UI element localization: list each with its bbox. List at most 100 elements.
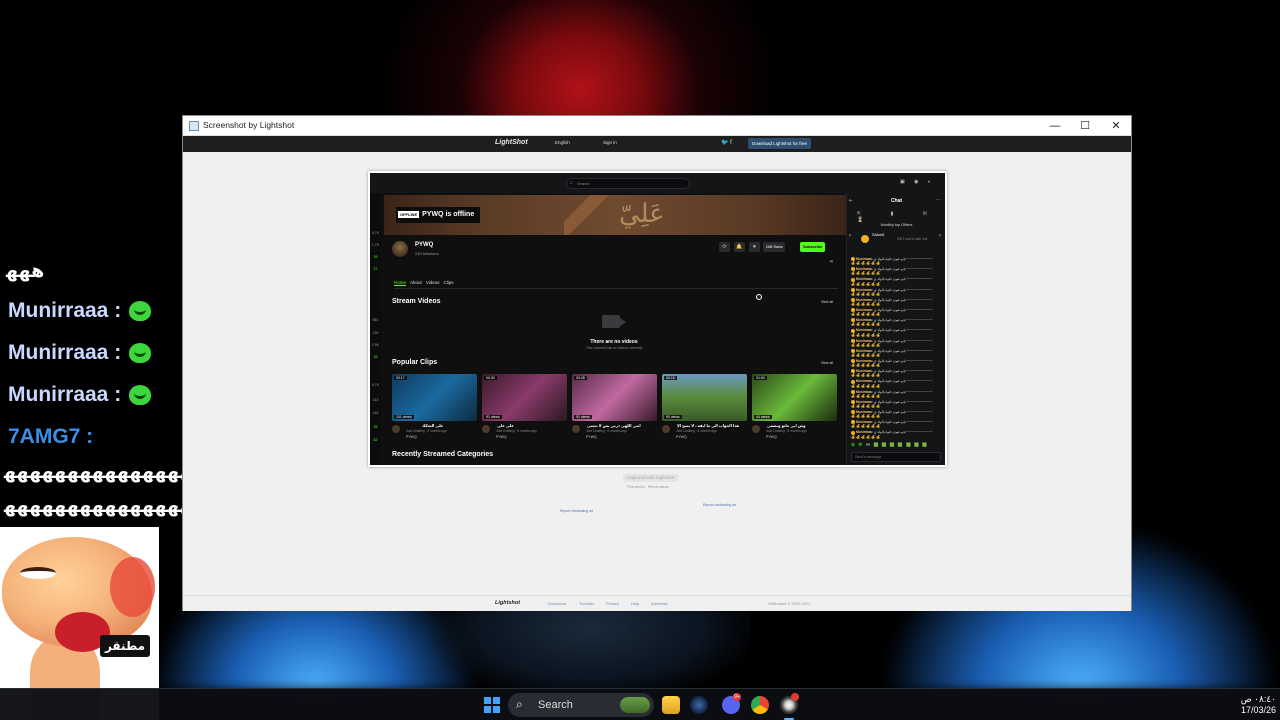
report-abuse-link[interactable]: Report abuse: [648, 485, 669, 489]
footer-link-download[interactable]: Download: [548, 601, 566, 606]
chat-text: يابو عيون حلوة يالولد ي~~~~~~~~~~~~~~: [873, 420, 933, 425]
clip-thumbnail[interactable]: 01:00 44 views: [752, 374, 837, 421]
chevron-left-icon[interactable]: ‹: [849, 233, 851, 239]
windows-start-icon[interactable]: [484, 697, 500, 713]
language-selector[interactable]: English: [555, 140, 570, 145]
chat-emotes: 💰 💰 💰 💰 💰 💰: [851, 261, 881, 266]
search-highlight-image[interactable]: [620, 697, 650, 713]
channel-avatar[interactable]: [392, 241, 408, 257]
social-icons[interactable]: 🐦 f: [721, 139, 732, 146]
channel-followers: 249 followers: [415, 251, 439, 256]
more-options-icon[interactable]: ⋯: [936, 197, 941, 203]
clock-time: ٠٨:٤٠ ص: [1240, 694, 1276, 704]
clip-channel-avatar[interactable]: [482, 425, 490, 433]
chrome-icon[interactable]: [751, 696, 769, 714]
report-ad-link[interactable]: Report misleading ad: [560, 509, 593, 513]
kick-search-input: Search: [566, 178, 690, 189]
footer-link-tutorials[interactable]: Tutorials: [579, 601, 594, 606]
tab-clips[interactable]: Clips: [443, 280, 453, 285]
clip-title[interactable]: على على: [497, 423, 514, 428]
gifter-name[interactable]: SAkm5: [872, 233, 884, 237]
close-button[interactable]: ✕: [1101, 116, 1131, 136]
category-card[interactable]: [490, 465, 538, 467]
clip-title[interactable]: وش ابي ماتو ويضغى: [767, 423, 805, 428]
clip-title[interactable]: هذا الجواب الي ما ابقه ، لا يسح الا: [677, 423, 739, 428]
clip-duration: 00:30: [484, 376, 497, 380]
lightshot-page: Search ▣ ◉ ◐ 5.7K 1.7K 39 37 651 190 2.5…: [183, 152, 1131, 611]
clip-channel-avatar[interactable]: [392, 425, 400, 433]
footer-link-help[interactable]: Help: [631, 601, 639, 606]
clip-title[interactable]: على الشكك: [422, 423, 443, 428]
laugh-emote-icon: [129, 343, 152, 364]
tab-about[interactable]: About: [410, 280, 422, 285]
clip-thumbnail[interactable]: 00:15 90 views: [662, 374, 747, 421]
footer-link-advertise[interactable]: Advertise: [651, 601, 668, 606]
clip-thumbnail[interactable]: 00:17 101 views: [392, 374, 477, 421]
offline-status: OFFLINE PYWQ is offline: [396, 207, 481, 223]
report-ad-link[interactable]: Report misleading ad: [703, 503, 736, 507]
chat-text: يابو عيون حلوة يالولد ي~~~~~~~~~~~~~~: [873, 348, 933, 353]
sign-in-link[interactable]: Sign in: [603, 140, 617, 145]
screenshot-image[interactable]: Search ▣ ◉ ◐ 5.7K 1.7K 39 37 651 190 2.5…: [368, 171, 947, 467]
chat-message-input[interactable]: Send a message: [851, 452, 941, 462]
system-clock[interactable]: ٠٨:٤٠ ص 17/03/26: [1232, 694, 1276, 716]
bell-icon[interactable]: 🔔: [734, 242, 745, 252]
channel-tabs: Home About Videos Clips: [394, 280, 457, 286]
footer-copyright: Skillbrains © 2009-2022: [768, 601, 811, 606]
chat-text: يابو عيون حلوة يالولد ي~~~~~~~~~~~~~~: [873, 287, 933, 292]
mouse-cursor-icon: [756, 294, 762, 300]
view-all-link[interactable]: View all: [821, 300, 833, 304]
view-all-link[interactable]: View all: [821, 361, 833, 365]
footer-link-privacy[interactable]: Privacy: [606, 601, 619, 606]
chat-text: يابو عيون حلوة يالولد ي~~~~~~~~~~~~~~: [873, 257, 933, 261]
overlay-line: ﻫﻬﻬ: [6, 261, 45, 282]
chat-emotes: 💰 💰 💰 💰 💰 💰: [851, 302, 881, 307]
window-title: Screenshot by Lightshot: [203, 120, 295, 130]
emote-bar[interactable]: 😀 😎 🎮 🟩 🟩 🟩 🟩 🟩 🟩 🟩: [851, 442, 943, 449]
clip-channel[interactable]: PYWQ: [496, 435, 507, 439]
popular-clips-heading: Popular Clips: [392, 359, 438, 366]
heart-icon[interactable]: ♥: [749, 242, 760, 252]
clip-channel[interactable]: PYWQ: [676, 435, 687, 439]
clip-meta: Just Chatting · 8 months ago: [586, 429, 627, 433]
category-card[interactable]: [392, 465, 422, 467]
lightshot-logo[interactable]: LightShot: [495, 139, 528, 146]
find-similar-link[interactable]: Find similar: [627, 485, 645, 489]
footer-logo[interactable]: Lightshot: [495, 600, 520, 606]
chat-tool-icons[interactable]: ⇱ ▮ ✉ ⏳: [857, 211, 945, 223]
clip-channel-avatar[interactable]: [752, 425, 760, 433]
minimize-button[interactable]: —: [1040, 116, 1070, 136]
clip-channel[interactable]: PYWQ: [586, 435, 597, 439]
chat-message: Munirraaa: يابو عيون حلوة يالولد ي~~~~~~…: [851, 390, 943, 399]
download-button[interactable]: Download Lightshot for free: [748, 138, 812, 149]
share-icon[interactable]: ⋖: [829, 259, 833, 265]
window-titlebar[interactable]: Screenshot by Lightshot — ☐ ✕: [183, 116, 1131, 136]
refresh-icon[interactable]: ⟳: [719, 242, 730, 252]
clip-channel-avatar[interactable]: [662, 425, 670, 433]
discord-badge: 9+: [733, 693, 741, 701]
rail-viewers: 6.7K: [371, 383, 380, 387]
desktop: ﻫﻬﻬ Munirraaa : Munirraaa : Munirraaa : …: [0, 0, 1280, 720]
file-explorer-icon[interactable]: [662, 696, 680, 714]
chevron-right-icon[interactable]: ›: [939, 233, 941, 239]
clip-thumbnail[interactable]: 00:28 91 views: [572, 374, 657, 421]
steam-icon[interactable]: [690, 696, 708, 714]
clip-channel[interactable]: PYWQ: [766, 435, 777, 439]
category-card[interactable]: [426, 465, 456, 467]
chat-emotes: 💰 💰 💰 💰 💰 💰: [851, 393, 881, 398]
clip-channel-avatar[interactable]: [572, 425, 580, 433]
tab-videos[interactable]: Videos: [426, 280, 440, 285]
chat-text: يابو عيون حلوة يالولد ي~~~~~~~~~~~~~~: [873, 267, 933, 272]
clip-thumbnail[interactable]: 00:30 91 views: [482, 374, 567, 421]
chat-emotes: 💰 💰 💰 💰 💰 💰: [851, 424, 881, 429]
clip-channel[interactable]: PYWQ: [406, 435, 417, 439]
clip-title[interactable]: انتي اللهي ذرتي بس لا تنسى: [587, 423, 641, 428]
clock-date: 17/03/26: [1240, 705, 1276, 715]
maximize-button[interactable]: ☐: [1070, 116, 1100, 136]
chat-text: يابو عيون حلوة يالولد ي~~~~~~~~~~~~~~: [873, 297, 933, 302]
gift-subs-button[interactable]: Gift Subs: [763, 242, 786, 252]
subscribe-button[interactable]: Subscribe: [800, 242, 826, 252]
chat-text: يابو عيون حلوة يالولد ي~~~~~~~~~~~~~~: [873, 399, 933, 404]
tab-home[interactable]: Home: [394, 280, 407, 286]
browser-window: Screenshot by Lightshot — ☐ ✕ LightShot …: [182, 115, 1132, 611]
